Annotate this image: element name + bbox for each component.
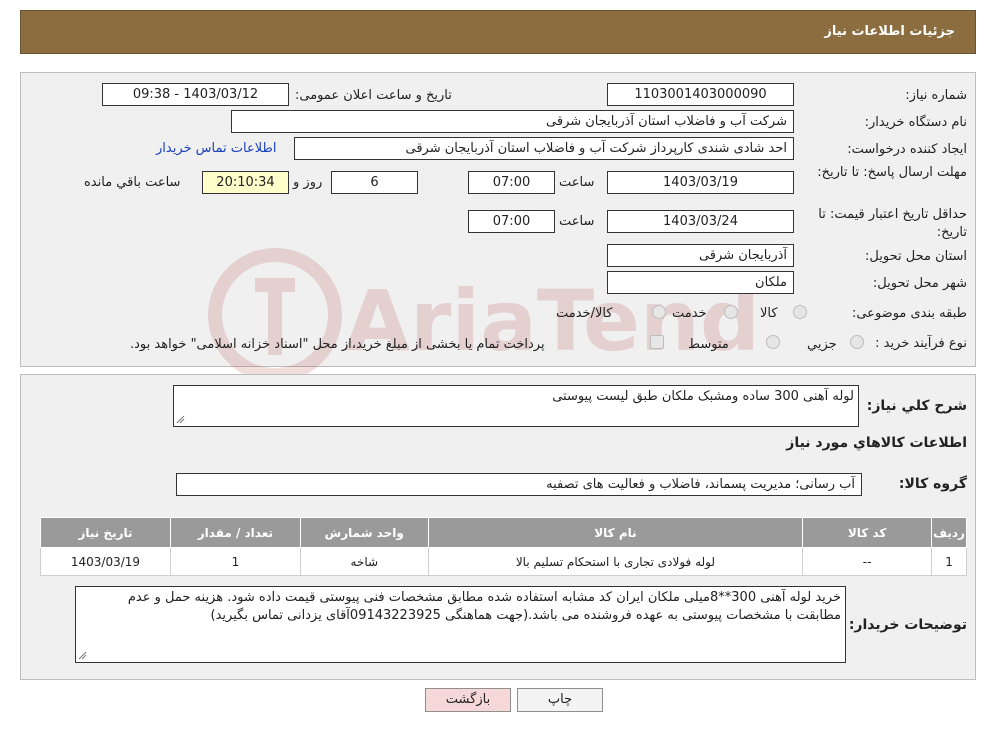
buyer-contact-link[interactable]: اطلاعات تماس خریدار — [156, 141, 276, 156]
table-row: 1 -- لوله فولادی تجاری با استحکام تسلیم … — [40, 547, 967, 576]
process-option-medium: متوسط — [688, 337, 729, 352]
buyer-notes-label: توضیحات خریدار: — [848, 617, 967, 633]
process-checkbox-treasury[interactable] — [650, 335, 664, 349]
announce-label: تاریخ و ساعت اعلان عمومی: — [295, 88, 452, 103]
buyer-org-label: نام دستگاه خریدار: — [864, 115, 967, 130]
process-option-minor: جزیي — [807, 337, 837, 352]
desc-label: شرح کلي نياز: — [866, 398, 967, 414]
days-field: 6 — [331, 171, 418, 194]
cell-name: لوله فولادی تجاری با استحکام تسلیم بالا — [427, 547, 804, 576]
need-number-field: 1103001403000090 — [607, 83, 794, 106]
col-unit-header: واحد شمارش — [299, 517, 429, 548]
category-label: طبقه بندی موضوعی: — [851, 306, 967, 321]
validity-label: حداقل تاریخ اعتبار قیمت: تا تاریخ: — [818, 207, 967, 240]
col-date-header: تاریخ نیاز — [40, 517, 171, 548]
province-label: استان محل تحویل: — [865, 249, 967, 264]
buyer-notes-field: خرید لوله آهنی 300**8میلی ملکان ایران کد… — [75, 586, 846, 663]
city-field: ملکان — [607, 271, 794, 294]
goods-info-title: اطلاعات کالاهاي مورد نياز — [786, 435, 967, 451]
cell-unit: شاخه — [299, 547, 429, 576]
deadline-time-label: ساعت — [559, 175, 595, 190]
cell-code: -- — [802, 547, 933, 576]
category-radio-service[interactable] — [724, 305, 738, 319]
group-field: آب رسانی؛ مدیریت پسماند، فاضلاب و فعالیت… — [176, 473, 862, 496]
requester-label: ایجاد کننده درخواست: — [847, 142, 967, 157]
col-qty-header: تعداد / مقدار — [169, 517, 301, 548]
deadline-time-field: 07:00 — [468, 171, 555, 194]
items-table: رديف کد کالا نام کالا واحد شمارش تعداد /… — [40, 517, 967, 576]
category-option-goods-service: کالا/خدمت — [556, 306, 613, 321]
page-header: جزئیات اطلاعات نیاز — [20, 10, 976, 54]
validity-time-label: ساعت — [559, 214, 595, 229]
need-number-label: شماره نیاز: — [905, 88, 967, 103]
province-field: آذربایجان شرقی — [607, 244, 794, 267]
announce-field: 1403/03/12 - 09:38 — [102, 83, 289, 106]
print-button[interactable]: چاپ — [517, 688, 603, 712]
group-label: گروه کالا: — [898, 476, 967, 492]
category-option-goods: کالا — [760, 306, 778, 321]
process-radio-minor[interactable] — [850, 335, 864, 349]
category-radio-goods-service[interactable] — [652, 305, 666, 319]
validity-date-field: 1403/03/24 — [607, 210, 794, 233]
page-title: جزئیات اطلاعات نیاز — [824, 24, 955, 39]
category-radio-goods[interactable] — [793, 305, 807, 319]
resize-grip-icon[interactable] — [78, 651, 87, 660]
col-name-header: نام کالا — [427, 517, 804, 548]
requester-field: احد شادی شندی کارپرداز شرکت آب و فاضلاب … — [294, 137, 794, 160]
category-option-service: خدمت — [672, 306, 707, 321]
col-row-header: رديف — [931, 517, 967, 548]
buyer-notes-text: خرید لوله آهنی 300**8میلی ملکان ایران کد… — [127, 590, 841, 623]
cell-qty: 1 — [169, 547, 301, 576]
validity-time-field: 07:00 — [468, 210, 555, 233]
remaining-label: ساعت باقي مانده — [84, 175, 181, 190]
deadline-date-field: 1403/03/19 — [607, 171, 794, 194]
col-code-header: کد کالا — [802, 517, 933, 548]
desc-text: لوله آهنی 300 ساده ومشبک ملکان طبق لیست … — [552, 389, 854, 404]
process-radio-medium[interactable] — [766, 335, 780, 349]
cell-row: 1 — [931, 547, 967, 576]
table-header-row: رديف کد کالا نام کالا واحد شمارش تعداد /… — [40, 517, 967, 548]
resize-grip-icon[interactable] — [176, 415, 185, 424]
cell-date: 1403/03/19 — [40, 547, 171, 576]
remaining-time-field: 20:10:34 — [202, 171, 289, 194]
deadline-label: مهلت ارسال پاسخ: تا تاریخ: — [817, 165, 967, 180]
days-label: روز و — [293, 175, 323, 190]
back-button[interactable]: بازگشت — [425, 688, 511, 712]
desc-field: لوله آهنی 300 ساده ومشبک ملکان طبق لیست … — [173, 385, 859, 427]
process-note: پرداخت تمام یا بخشی از مبلغ خرید،از محل … — [130, 337, 545, 352]
buyer-org-field: شرکت آب و فاضلاب استان آذربایجان شرقی — [231, 110, 794, 133]
city-label: شهر محل تحویل: — [872, 276, 967, 291]
process-label: نوع فرآیند خرید : — [875, 336, 967, 351]
